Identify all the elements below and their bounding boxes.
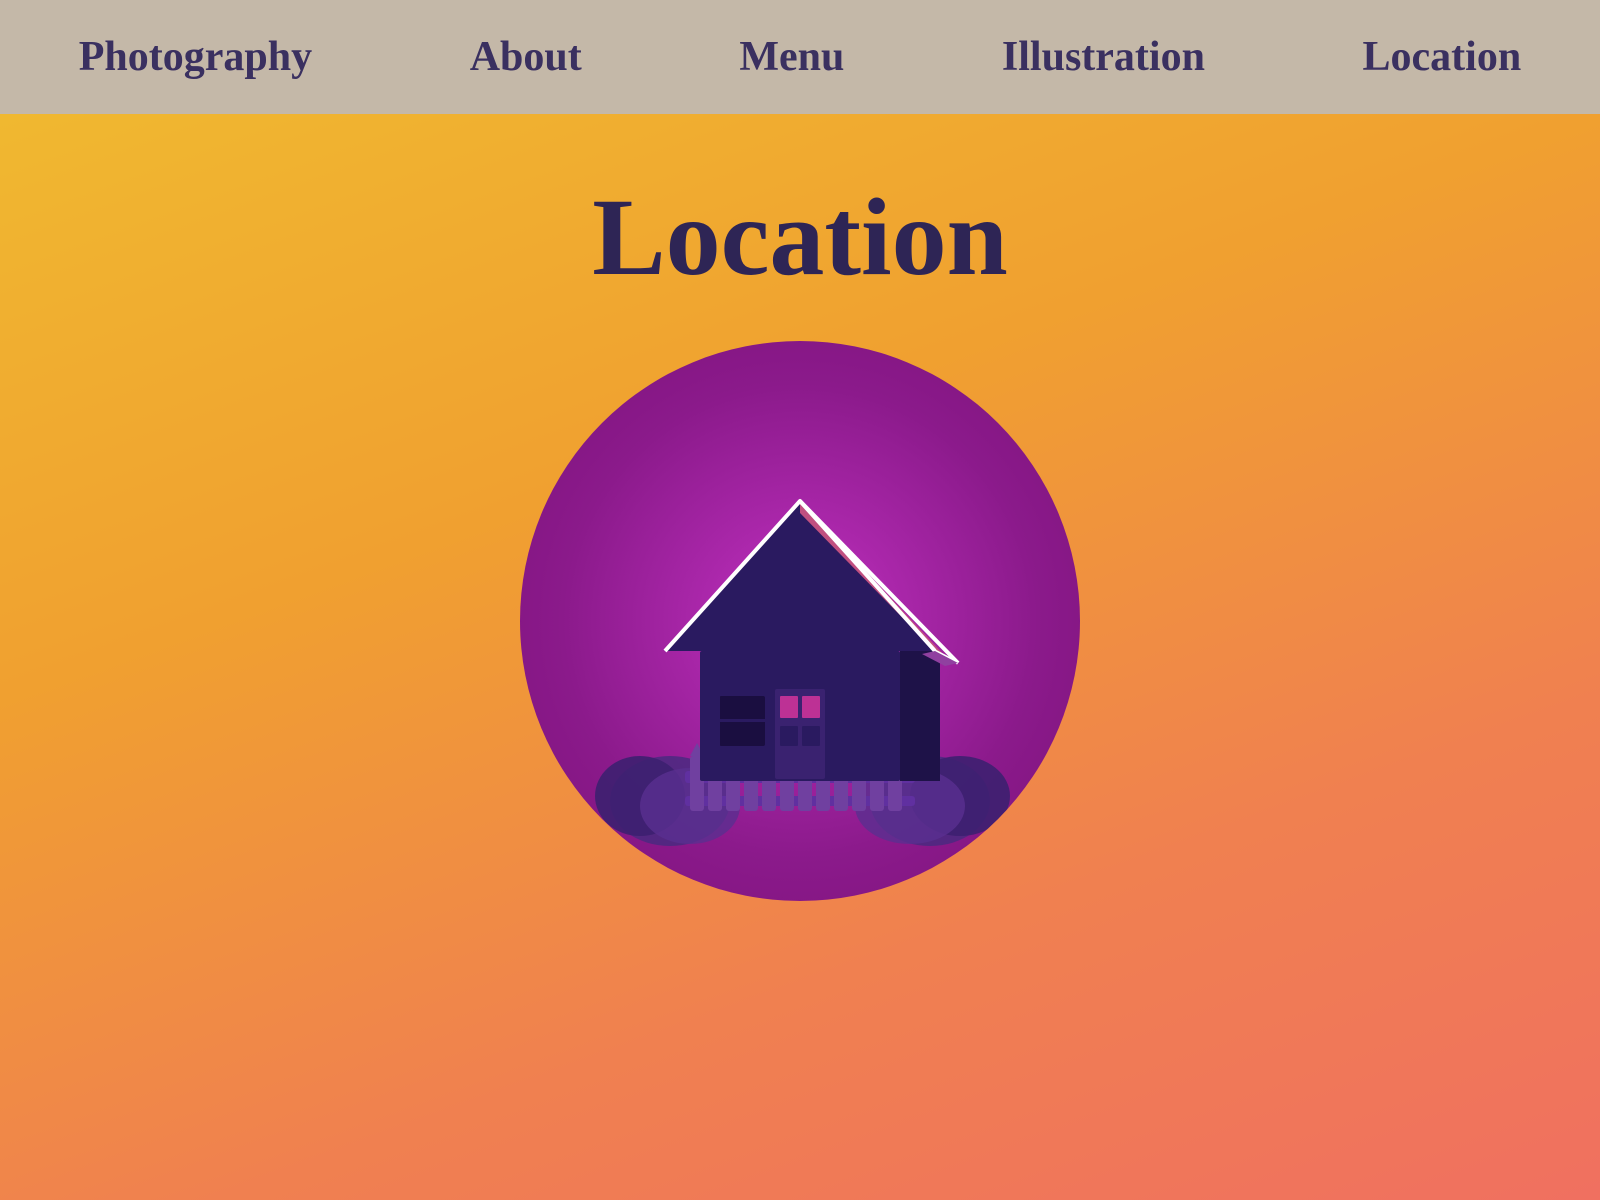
page-title: Location bbox=[592, 174, 1008, 301]
nav-item-illustration[interactable]: Illustration bbox=[1002, 33, 1205, 81]
nav-item-photography[interactable]: Photography bbox=[79, 33, 312, 81]
nav-item-menu[interactable]: Menu bbox=[739, 33, 844, 81]
house-illustration bbox=[590, 441, 1010, 871]
nav-item-about[interactable]: About bbox=[470, 33, 582, 81]
navbar: Photography About Menu Illustration Loca… bbox=[0, 0, 1600, 114]
illustration-circle bbox=[520, 341, 1080, 901]
main-content: Location bbox=[0, 114, 1600, 1200]
nav-item-location[interactable]: Location bbox=[1363, 33, 1522, 81]
